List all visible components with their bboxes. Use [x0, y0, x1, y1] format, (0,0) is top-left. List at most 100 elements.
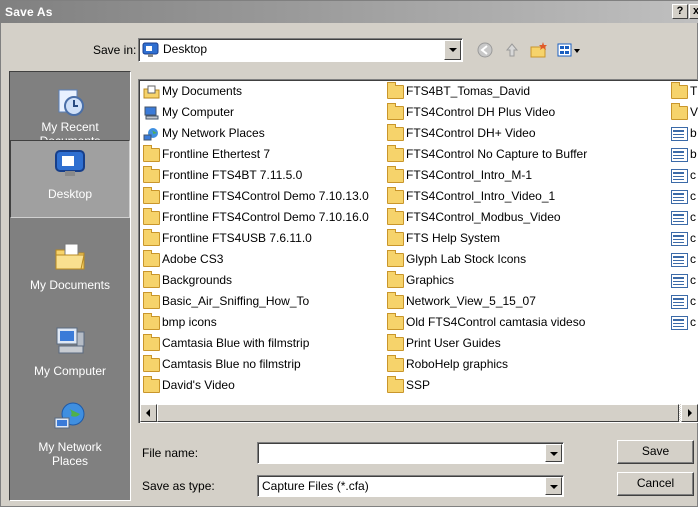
item-name: c — [690, 252, 696, 266]
file-list[interactable]: My Documents My Computer My Network Plac… — [138, 79, 698, 423]
folder-icon — [143, 208, 160, 225]
file-icon — [671, 316, 688, 330]
place-my-network-places[interactable]: My Network Places — [10, 400, 130, 468]
list-item[interactable]: FTS Help System — [386, 229, 587, 250]
list-item[interactable]: Camtasia Blue with filmstrip — [142, 334, 369, 355]
list-item[interactable]: Frontline FTS4BT 7.11.5.0 — [142, 166, 369, 187]
cancel-button[interactable]: Cancel — [617, 472, 694, 496]
item-name: FTS4Control DH+ Video — [406, 126, 536, 140]
list-item[interactable]: Backgrounds — [142, 271, 369, 292]
list-item[interactable]: Glyph Lab Stock Icons — [386, 250, 587, 271]
save-in-dropdown[interactable]: Desktop — [138, 38, 463, 62]
close-button[interactable]: x — [689, 4, 698, 19]
list-item[interactable]: Frontline FTS4Control Demo 7.10.13.0 — [142, 187, 369, 208]
list-item[interactable]: c — [670, 313, 698, 334]
list-item[interactable]: FTS4Control No Capture to Buffer — [386, 145, 587, 166]
item-name: Camtasis Blue no filmstrip — [162, 357, 301, 371]
list-item[interactable]: c — [670, 271, 698, 292]
network-places-icon — [143, 128, 158, 141]
folder-icon — [387, 166, 404, 183]
list-item[interactable]: My Documents — [142, 82, 369, 103]
list-item[interactable]: c — [670, 166, 698, 187]
item-name: FTS4Control_Intro_M-1 — [406, 168, 533, 182]
folder-icon — [387, 208, 404, 225]
list-item[interactable]: T — [670, 82, 698, 103]
list-item[interactable]: RoboHelp graphics — [386, 355, 587, 376]
save-button[interactable]: Save — [617, 440, 694, 464]
list-item[interactable]: c — [670, 292, 698, 313]
item-name: Graphics — [406, 273, 455, 287]
list-item[interactable]: FTS4Control_Modbus_Video — [386, 208, 587, 229]
list-item[interactable]: SSP — [386, 376, 587, 397]
file-icon — [671, 211, 688, 225]
list-item[interactable]: FTS4Control DH Plus Video — [386, 103, 587, 124]
item-name: Adobe CS3 — [162, 252, 224, 266]
list-item[interactable]: c — [670, 250, 698, 271]
list-item[interactable]: Network_View_5_15_07 — [386, 292, 587, 313]
list-item[interactable]: c — [670, 208, 698, 229]
save-as-type-label: Save as type: — [142, 479, 215, 493]
folder-icon — [143, 355, 160, 372]
list-item[interactable]: Adobe CS3 — [142, 250, 369, 271]
list-item[interactable]: My Computer — [142, 103, 369, 124]
place-my-recent-documents[interactable]: My Recent Documents — [10, 84, 130, 148]
list-item[interactable]: V — [670, 103, 698, 124]
list-item[interactable]: David's Video — [142, 376, 369, 397]
title-bar[interactable]: Save As ? x — [1, 1, 698, 23]
place-my-documents[interactable]: My Documents — [10, 240, 130, 292]
item-name: c — [690, 189, 696, 203]
item-name: c — [690, 168, 696, 182]
list-item[interactable]: FTS4Control_Intro_Video_1 — [386, 187, 587, 208]
list-item[interactable]: Basic_Air_Sniffing_How_To — [142, 292, 369, 313]
list-item[interactable]: My Network Places — [142, 124, 369, 145]
my-documents-icon — [143, 85, 160, 99]
save-as-type-dropdown[interactable]: Capture Files (*.cfa) — [257, 475, 564, 497]
save-in-dropdown-arrow[interactable] — [444, 40, 461, 60]
file-name-dropdown-arrow[interactable] — [545, 444, 562, 462]
new-folder-icon[interactable] — [529, 41, 549, 59]
folder-icon — [143, 145, 160, 162]
folder-icon — [387, 82, 404, 99]
file-icon — [671, 127, 688, 141]
up-folder-icon[interactable] — [502, 41, 522, 59]
list-item[interactable]: bmp icons — [142, 313, 369, 334]
list-item[interactable]: FTS4BT_Tomas_David — [386, 82, 587, 103]
item-name: FTS4Control DH Plus Video — [406, 105, 556, 119]
scrollbar-thumb[interactable] — [157, 404, 679, 422]
folder-icon — [387, 124, 404, 141]
network-places-icon — [54, 402, 85, 429]
scroll-left-button[interactable] — [140, 404, 157, 422]
list-item[interactable]: Graphics — [386, 271, 587, 292]
list-item[interactable]: Frontline FTS4Control Demo 7.10.16.0 — [142, 208, 369, 229]
back-icon[interactable] — [475, 41, 495, 59]
list-item[interactable]: b — [670, 145, 698, 166]
list-item[interactable]: Frontline FTS4USB 7.6.11.0 — [142, 229, 369, 250]
list-item[interactable]: c — [670, 229, 698, 250]
file-icon — [671, 169, 688, 183]
list-item[interactable]: FTS4Control DH+ Video — [386, 124, 587, 145]
item-name: Frontline FTS4USB 7.6.11.0 — [162, 231, 312, 245]
views-menu-icon[interactable] — [556, 41, 582, 59]
list-item[interactable]: c — [670, 187, 698, 208]
place-label: My Computer — [33, 364, 107, 378]
list-item[interactable]: Old FTS4Control camtasia videso — [386, 313, 587, 334]
file-name-input[interactable] — [257, 442, 564, 464]
item-name: My Documents — [162, 84, 243, 98]
item-name: Print User Guides — [406, 336, 501, 350]
help-button[interactable]: ? — [672, 4, 688, 19]
item-name: FTS4Control No Capture to Buffer — [406, 147, 588, 161]
place-my-computer[interactable]: My Computer — [10, 324, 130, 378]
list-item[interactable]: Print User Guides — [386, 334, 587, 355]
place-desktop[interactable]: Desktop — [10, 140, 130, 218]
scroll-right-button[interactable] — [681, 404, 698, 422]
list-item[interactable]: b — [670, 124, 698, 145]
list-item[interactable]: Camtasis Blue no filmstrip — [142, 355, 369, 376]
item-name: Frontline FTS4BT 7.11.5.0 — [162, 168, 303, 182]
file-icon — [671, 190, 688, 204]
list-item[interactable]: FTS4Control_Intro_M-1 — [386, 166, 587, 187]
item-name: Backgrounds — [162, 273, 233, 287]
list-item[interactable]: Frontline Ethertest 7 — [142, 145, 369, 166]
horizontal-scrollbar[interactable] — [140, 404, 698, 422]
item-name: c — [690, 210, 696, 224]
save-as-type-dropdown-arrow[interactable] — [545, 477, 562, 495]
